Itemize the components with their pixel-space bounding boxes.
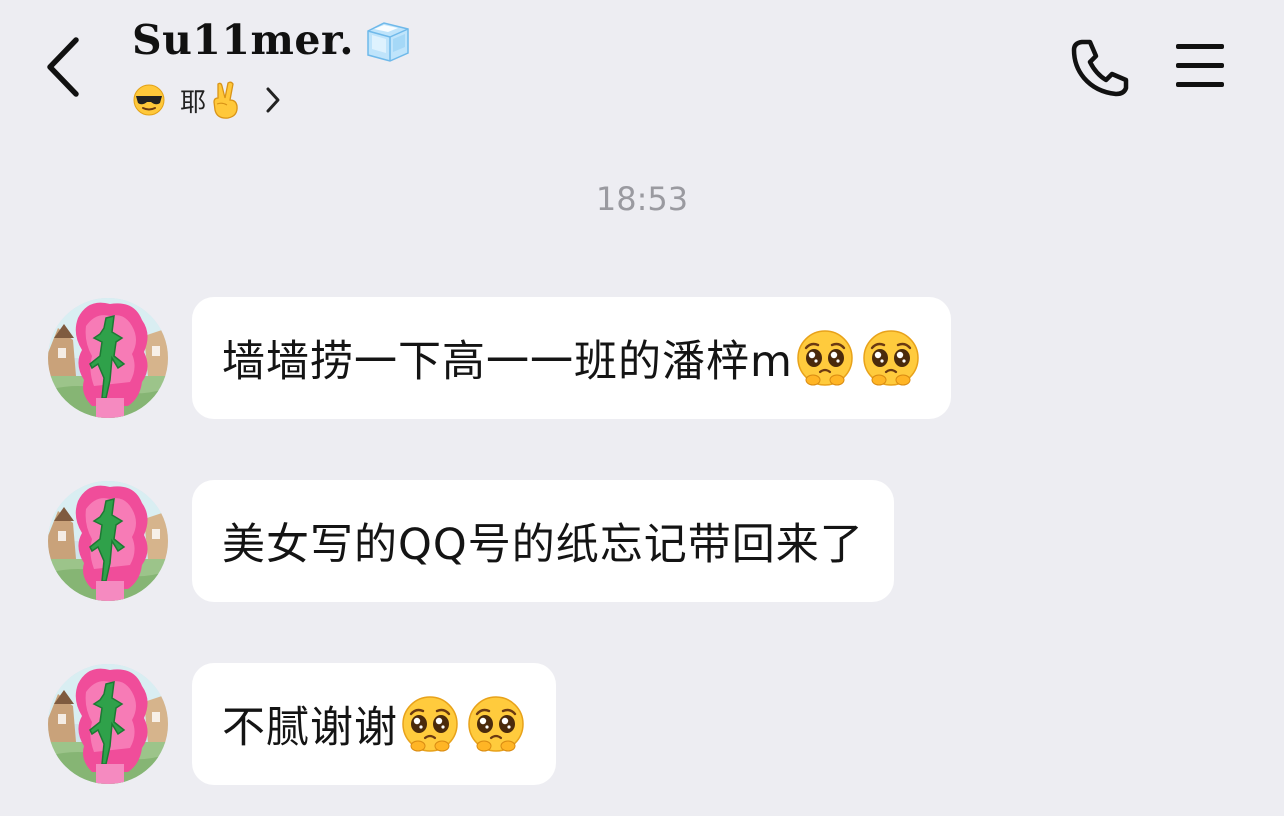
ice-cube-icon [367,22,409,62]
contact-title-row[interactable]: Su11mer. [132,12,412,68]
chat-menu-button[interactable] [1172,40,1228,92]
pleading-face-emoji-icon [401,695,459,753]
message-row: 不腻谢谢 [48,663,556,785]
message-text: 墙墙捞一下高一一班的潘梓m [222,337,793,387]
voice-call-button[interactable] [1068,36,1132,98]
victory-hand-emoji-icon [213,81,238,119]
contact-avatar[interactable] [48,298,168,418]
hamburger-menu-icon [1176,44,1224,87]
message-bubble[interactable]: 不腻谢谢 [192,663,556,785]
message-bubble[interactable]: 美女写的QQ号的纸忘记带回来了 [192,480,894,602]
time-divider: 18:53 [595,180,689,218]
message-text: 美女写的QQ号的纸忘记带回来了 [222,520,864,570]
pleading-face-emoji-icon [862,329,920,387]
status-text: 耶 [180,87,207,118]
avatar-pony-image [48,664,168,784]
message-row: 美女写的QQ号的纸忘记带回来了 [48,480,894,602]
contact-avatar[interactable] [48,664,168,784]
chat-header: Su11mer. 耶 [0,0,1284,140]
message-text: 不腻谢谢 [222,703,398,753]
chevron-left-icon [47,37,79,97]
message-bubble[interactable]: 墙墙捞一下高一一班的潘梓m [192,297,951,419]
contact-status-row[interactable]: 耶 [132,78,282,122]
back-button[interactable] [40,34,90,100]
message-row: 墙墙捞一下高一一班的潘梓m [48,297,951,419]
pleading-face-emoji-icon [467,695,525,753]
sunglasses-emoji-icon [133,84,165,116]
contact-name: Su11mer. [132,16,355,64]
avatar-pony-image [48,298,168,418]
chevron-right-icon [266,87,280,113]
pleading-face-emoji-icon [796,329,854,387]
phone-icon [1071,39,1129,97]
avatar-pony-image [48,481,168,601]
contact-avatar[interactable] [48,481,168,601]
